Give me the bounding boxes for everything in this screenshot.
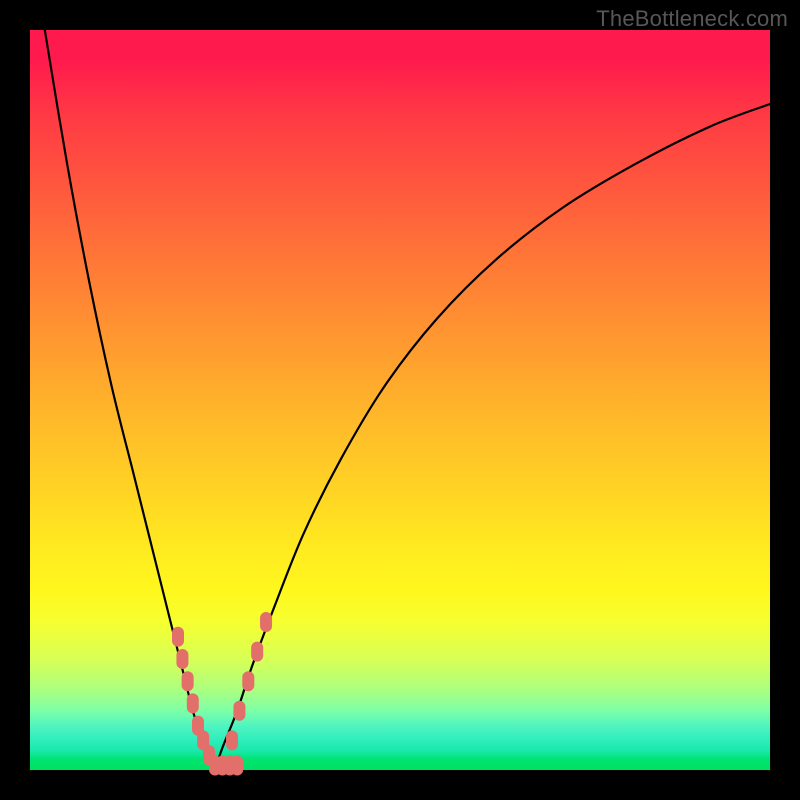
plot-area (30, 30, 770, 770)
marker-point (226, 730, 238, 750)
left-branch-curve (45, 30, 215, 770)
marker-point (233, 701, 245, 721)
marker-point (182, 671, 194, 691)
chart-frame: TheBottleneck.com (0, 0, 800, 800)
marker-point (231, 756, 243, 776)
chart-svg (30, 30, 770, 770)
marker-point (242, 671, 254, 691)
marker-point (251, 642, 263, 662)
marker-point (172, 627, 184, 647)
watermark-text: TheBottleneck.com (596, 6, 788, 32)
right-branch-curve (215, 104, 770, 770)
marker-point (187, 693, 199, 713)
marker-point (176, 649, 188, 669)
marker-point (260, 612, 272, 632)
